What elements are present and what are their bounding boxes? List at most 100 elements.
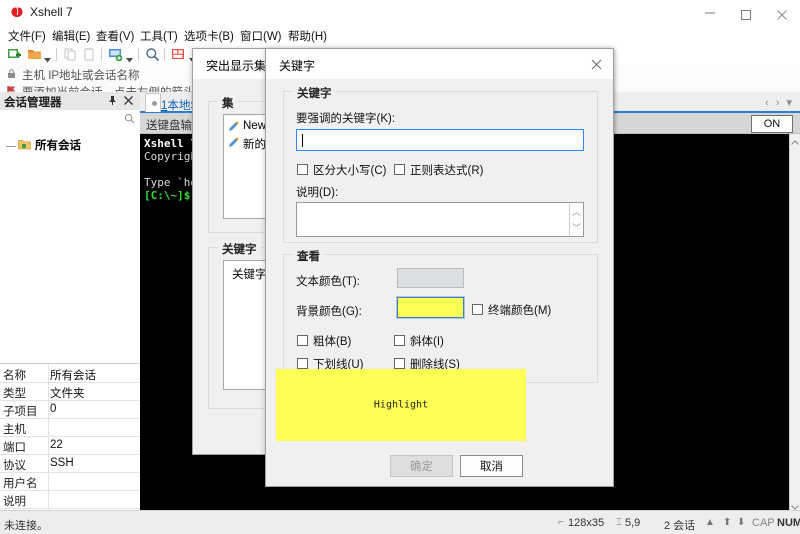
prop-key: 协议 xyxy=(3,460,26,472)
scroll-down-icon[interactable]: ﹀ xyxy=(572,221,581,234)
prop-key: 用户名 xyxy=(3,478,38,490)
status-num-indicator: NUM xyxy=(777,517,800,529)
text-color-swatch-button[interactable] xyxy=(397,268,464,288)
menu-tabs[interactable]: 选项卡(B) xyxy=(184,28,234,44)
title-bar: Xshell 7 xyxy=(0,0,800,26)
menu-help[interactable]: 帮助(H) xyxy=(288,28,327,44)
prop-value: 所有会话 xyxy=(50,370,96,382)
bg-color-swatch-button[interactable] xyxy=(396,296,465,319)
description-textarea[interactable]: ︿ ﹀ xyxy=(296,202,584,237)
cursor-pos-icon: ⌶ xyxy=(616,517,622,528)
tab-local-shell[interactable]: 1本地Shell xyxy=(145,93,216,112)
minimize-button[interactable] xyxy=(692,0,728,26)
view-group: 查看 文本颜色(T): 背景颜色(G): 终端颜色(M) 粗体(B) 斜体(I)… xyxy=(283,248,598,383)
prop-value: 文件夹 xyxy=(50,388,85,400)
menu-tools[interactable]: 工具(T) xyxy=(140,28,178,44)
send-keys-toggle-button[interactable]: ON xyxy=(751,115,793,133)
table-row: 主机 xyxy=(0,418,140,437)
address-placeholder: 主机 IP地址或会话名称 xyxy=(22,70,140,82)
dialog-close-button[interactable] xyxy=(581,49,613,79)
button-label: 确定 xyxy=(410,461,433,473)
toolbar-separator xyxy=(164,48,165,61)
table-row: 协议 SSH xyxy=(0,454,140,473)
dialog-title: 关键字 xyxy=(279,59,316,73)
lock-icon xyxy=(6,68,17,79)
table-row: 用户名 xyxy=(0,472,140,491)
pin-icon[interactable] xyxy=(107,95,118,106)
checkbox-label: 粗体(B) xyxy=(313,336,352,348)
maximize-button[interactable] xyxy=(728,0,764,26)
terminal-line-4: [C:\~]$ xyxy=(144,189,191,202)
menu-window[interactable]: 窗口(W) xyxy=(240,28,282,44)
prop-value: 0 xyxy=(50,403,57,415)
checkbox-box xyxy=(394,335,405,346)
paste-icon[interactable] xyxy=(82,47,97,62)
menu-file[interactable]: 文件(F) xyxy=(8,28,46,44)
dialog-title: 突出显示集 xyxy=(206,59,267,73)
session-manager-header: 会话管理器 xyxy=(0,92,140,111)
keyword-dialog: 关键字 关键字 要强调的关键字(K): 区分大小写(C) 正则表达式(R) 说明… xyxy=(265,48,614,487)
new-session-icon[interactable] xyxy=(7,47,22,62)
menu-edit[interactable]: 编辑(E) xyxy=(52,28,90,44)
checkbox-box xyxy=(297,335,308,346)
status-cap-indicator: CAP xyxy=(752,517,775,529)
download-arrow-icon: ⬇ xyxy=(737,517,746,528)
keywords-group-label: 关键字 xyxy=(218,241,261,257)
caret-up-icon[interactable]: ▲ xyxy=(705,517,715,528)
tab-nav-controls[interactable]: ‹ › ▾ xyxy=(765,96,794,109)
close-icon[interactable] xyxy=(123,95,134,106)
session-manager-icon[interactable] xyxy=(108,47,123,62)
list-item-label: 关键字 xyxy=(232,269,267,281)
scroll-up-icon[interactable]: ︿ xyxy=(572,205,581,218)
checkbox-box xyxy=(472,304,483,315)
window-title: Xshell 7 xyxy=(30,5,73,19)
description-scrollbar[interactable]: ︿ ﹀ xyxy=(569,203,583,236)
checkbox-label: 正则表达式(R) xyxy=(410,165,484,177)
open-folder-dropdown-icon[interactable] xyxy=(44,52,51,63)
checkbox-label: 终端颜色(M) xyxy=(488,305,552,317)
session-tree[interactable]: 所有会话 xyxy=(0,127,140,363)
prop-key: 端口 xyxy=(3,442,26,454)
terminal-size-icon: ⌐ xyxy=(558,517,564,528)
terminal-line-3: Type `he xyxy=(144,176,197,189)
tree-row-all-sessions[interactable]: 所有会话 xyxy=(0,133,140,152)
menu-view[interactable]: 查看(V) xyxy=(96,28,134,44)
ok-button: 确定 xyxy=(390,455,453,477)
open-folder-icon[interactable] xyxy=(27,47,42,62)
prop-key: 说明 xyxy=(3,496,26,508)
keyword-input[interactable] xyxy=(296,129,584,151)
checkbox-box xyxy=(297,358,308,369)
xshell-logo-icon xyxy=(9,5,25,21)
checkbox-label: 斜体(I) xyxy=(410,336,444,348)
session-search-input[interactable] xyxy=(0,110,140,128)
table-row: 子项目 0 xyxy=(0,400,140,419)
prop-key: 子项目 xyxy=(3,406,38,418)
session-manager-dropdown-icon[interactable] xyxy=(126,52,133,63)
session-manager-panel: 会话管理器 所有会话 名称 所有会话 类型 文件夹 子项目 0 主机 端口 22… xyxy=(0,92,141,511)
prop-value: 22 xyxy=(50,439,63,451)
text-color-label: 文本颜色(T): xyxy=(296,276,360,288)
copy-icon[interactable] xyxy=(63,47,78,62)
checkbox-label: 区分大小写(C) xyxy=(313,165,387,177)
highlight-preview-text: Highlight xyxy=(373,399,429,411)
status-session-count[interactable]: 2 会话 xyxy=(664,517,695,533)
terminal-scrollbar[interactable] xyxy=(789,134,800,510)
description-label: 说明(D): xyxy=(296,187,339,199)
close-button[interactable] xyxy=(764,0,800,26)
text-caret xyxy=(302,134,303,147)
status-bar: 未连接。 ⌐ 128x35 ⌶ 5,9 2 会话 ▲ ⬆ ⬇ CAP NUM xyxy=(0,510,800,534)
tree-connector xyxy=(6,146,16,147)
tab-status-dot-icon xyxy=(152,101,157,106)
status-cursor-pos: 5,9 xyxy=(625,517,641,529)
layout-icon[interactable] xyxy=(171,47,186,62)
search-icon[interactable] xyxy=(124,113,135,124)
upload-arrow-icon: ⬆ xyxy=(723,517,732,528)
view-group-label: 查看 xyxy=(293,248,324,264)
terminal-line-1: Xshell 7 xyxy=(144,137,197,150)
search-icon[interactable] xyxy=(145,47,160,62)
scroll-down-icon[interactable] xyxy=(791,500,799,510)
cancel-button[interactable]: 取消 xyxy=(460,455,523,477)
keyword-field-label: 要强调的关键字(K): xyxy=(296,113,396,125)
pen-icon xyxy=(228,137,240,148)
scroll-up-icon[interactable] xyxy=(791,136,799,145)
